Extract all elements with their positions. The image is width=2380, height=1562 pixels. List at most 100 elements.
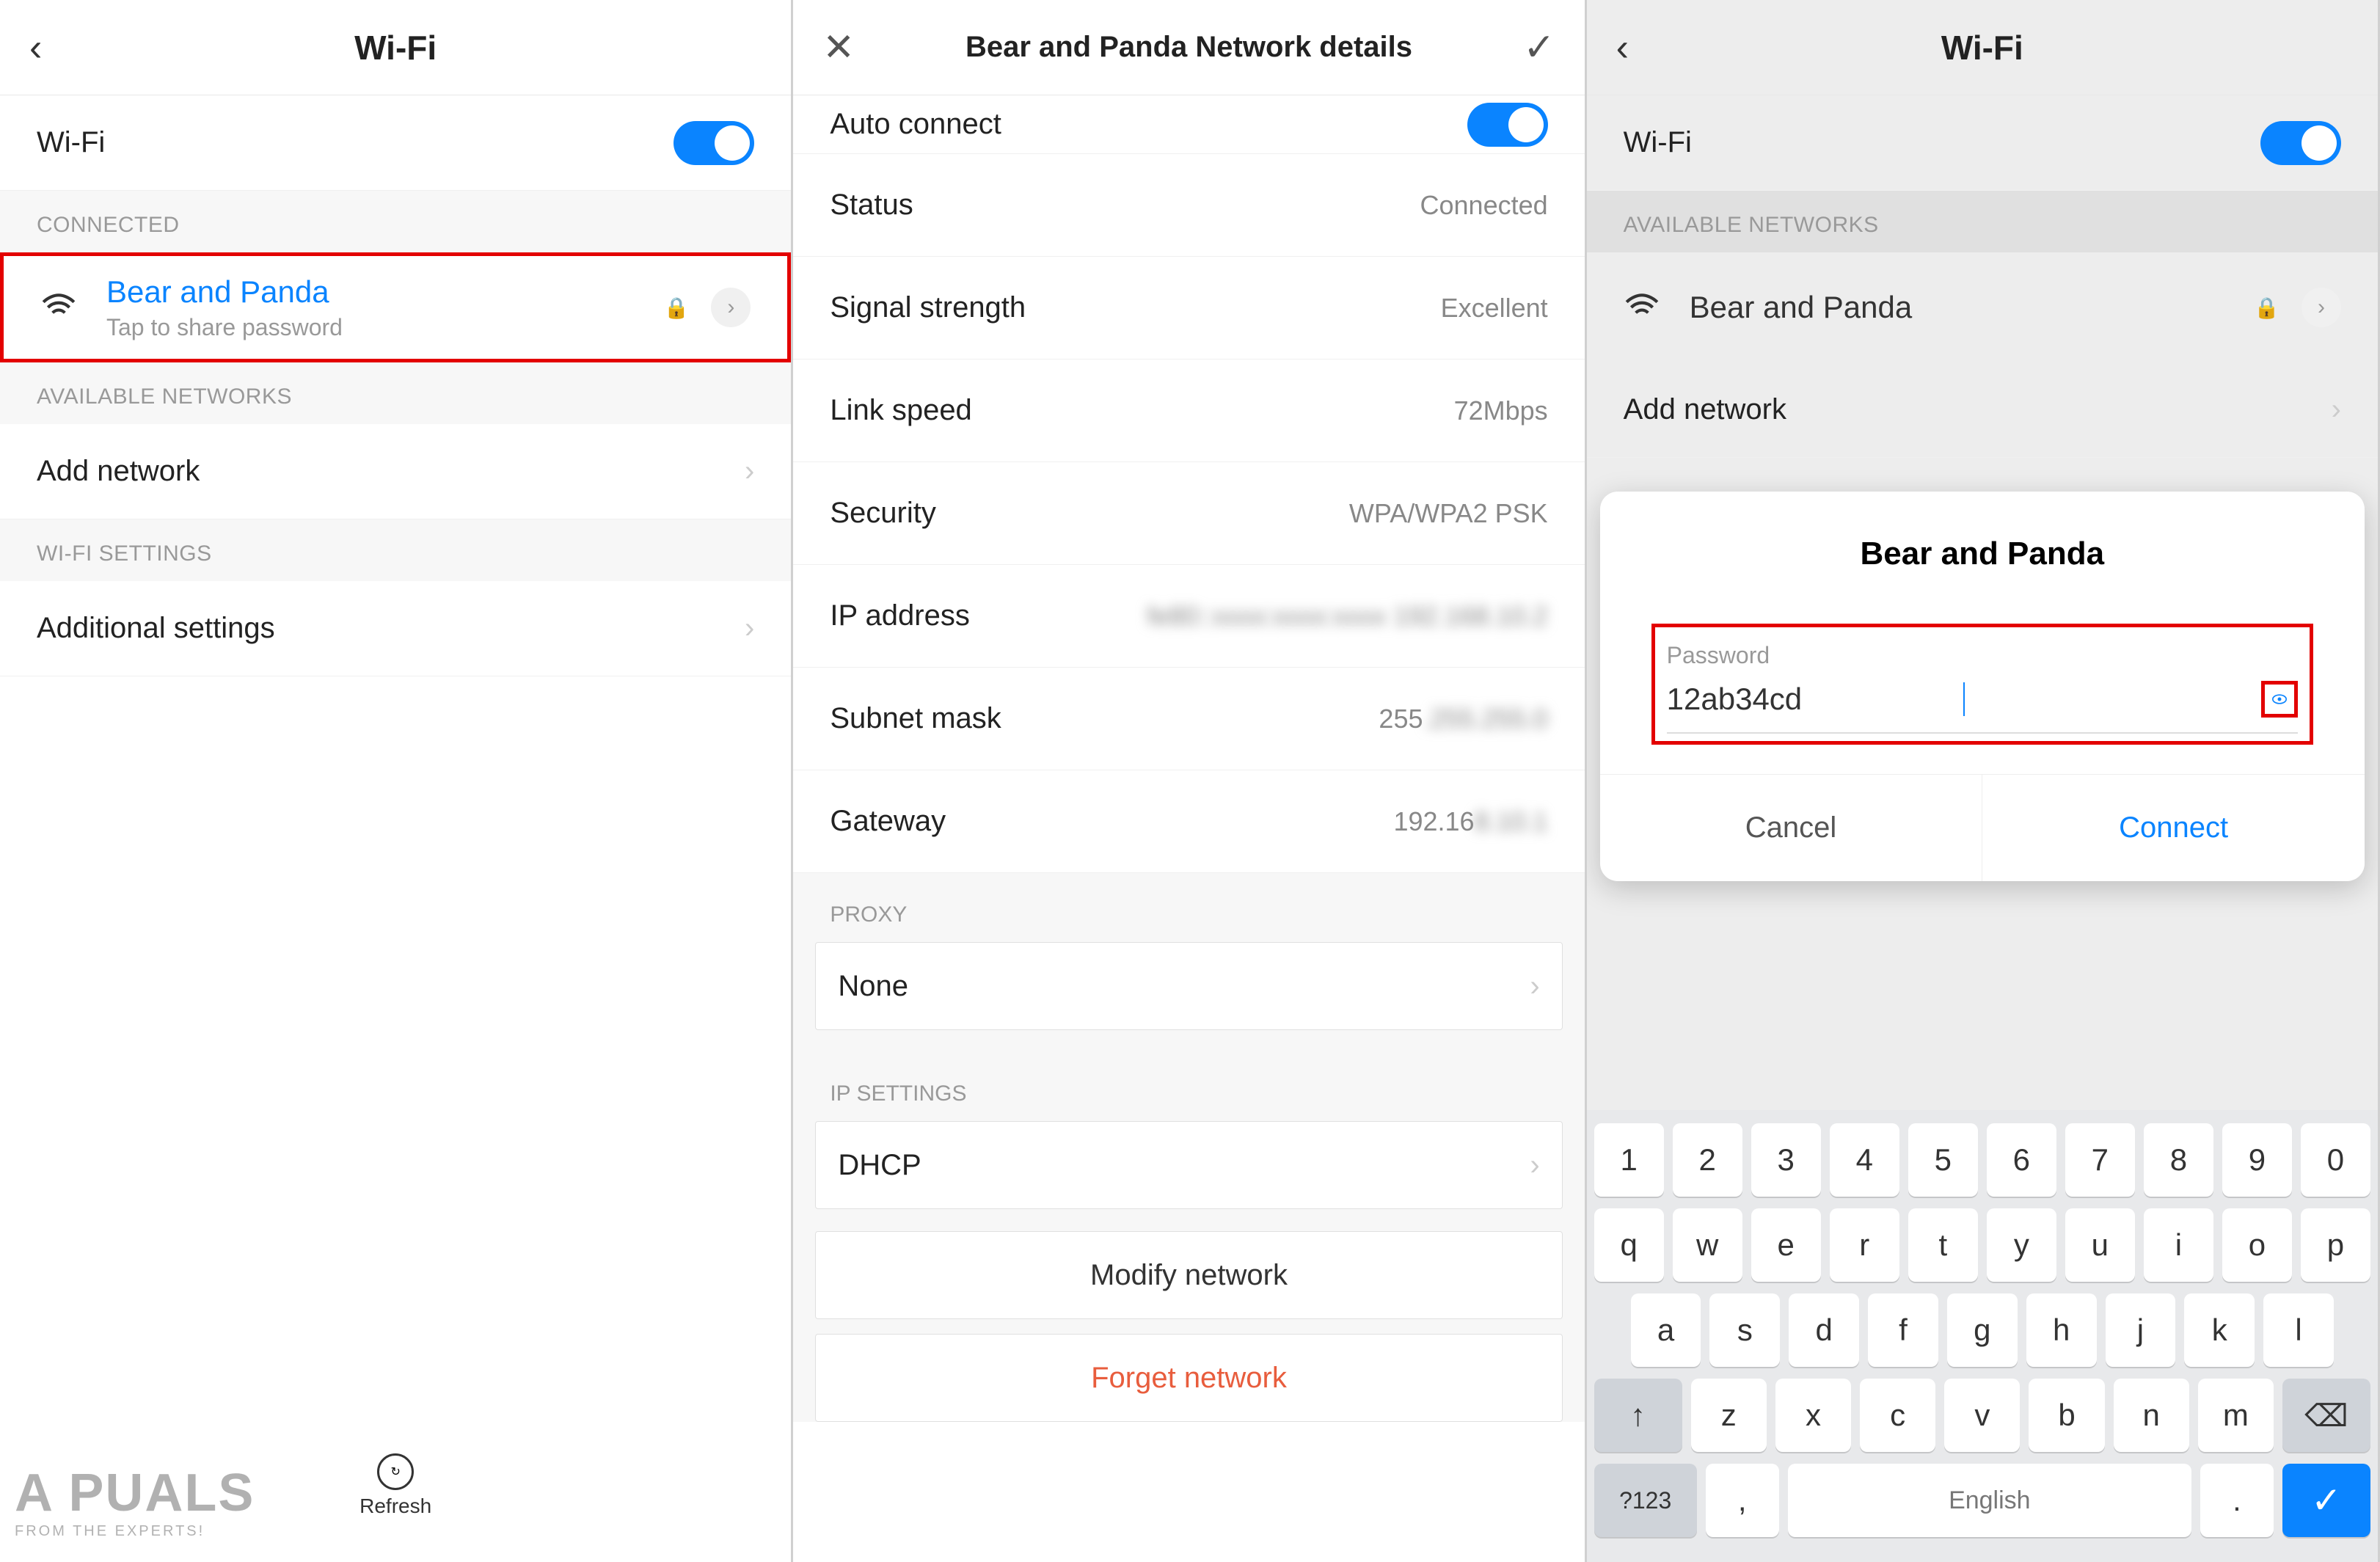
key-d[interactable]: d [1789,1293,1859,1367]
link-value: 72Mbps [1454,395,1548,426]
key-o[interactable]: o [2222,1208,2292,1282]
key-z[interactable]: z [1691,1379,1767,1452]
security-row: Security WPA/WPA2 PSK [793,462,1584,565]
ip-settings-select[interactable]: DHCP › [815,1121,1562,1209]
symbols-key[interactable]: ?123 [1594,1464,1697,1537]
cancel-button[interactable]: Cancel [1600,775,1983,881]
wifi-toggle-row: Wi-Fi [1587,95,2378,191]
on-screen-keyboard[interactable]: 1234567890 qwertyuiop asdfghjkl ↑ zxcvbn… [1587,1110,2378,1562]
key-h[interactable]: h [2026,1293,2097,1367]
close-icon[interactable]: ✕ [822,26,855,70]
connected-network-item[interactable]: Bear and Panda Tap to share password 🔒 › [0,252,791,362]
signal-value: Excellent [1441,293,1548,324]
space-key[interactable]: English [1788,1464,2191,1537]
network-info: Bear and Panda Tap to share password [106,274,663,341]
period-key[interactable]: . [2200,1464,2274,1537]
auto-connect-toggle[interactable] [1467,103,1548,147]
forget-label: Forget network [1091,1362,1287,1395]
wifi-connect-dialog-screen: ‹ Wi-Fi Wi-Fi AVAILABLE NETWORKS Bear an… [1587,0,2380,1562]
key-y[interactable]: y [1987,1208,2056,1282]
key-m[interactable]: m [2198,1379,2274,1452]
proxy-select[interactable]: None › [815,942,1562,1030]
refresh-icon: ↻ [377,1453,414,1490]
ip-value: fe80::xxxx:xxxx:xxxx 192.168.10.2 [1147,601,1547,632]
key-7[interactable]: 7 [2065,1123,2135,1197]
key-8[interactable]: 8 [2144,1123,2213,1197]
key-t[interactable]: t [1908,1208,1978,1282]
chevron-right-icon: › [1530,970,1539,1003]
wifi-toggle[interactable] [674,121,754,165]
key-a[interactable]: a [1631,1293,1701,1367]
key-p[interactable]: p [2301,1208,2370,1282]
key-b[interactable]: b [2029,1379,2104,1452]
add-network-row: Add network › [1587,362,2378,458]
key-k[interactable]: k [2184,1293,2255,1367]
chevron-right-icon: › [745,455,754,488]
details-button[interactable]: › [711,288,751,327]
wifi-icon [1624,289,1660,326]
lock-icon: 🔒 [663,296,689,320]
gateway-label: Gateway [830,805,946,838]
refresh-label: Refresh [359,1495,431,1518]
add-network-label: Add network [37,455,200,488]
key-u[interactable]: u [2065,1208,2135,1282]
add-network-row[interactable]: Add network › [0,424,791,519]
password-input[interactable]: 12ab34cd [1667,682,1963,717]
wifi-toggle-row[interactable]: Wi-Fi [0,95,791,191]
subnet-value: 255.255.255.0 [1379,704,1547,734]
header: ‹ Wi-Fi [0,0,791,95]
keyboard-row-q: qwertyuiop [1594,1208,2370,1282]
auto-connect-row[interactable]: Auto connect [793,95,1584,154]
gateway-row: Gateway 192.168.10.1 [793,770,1584,873]
key-r[interactable]: r [1830,1208,1899,1282]
wifi-label: Wi-Fi [1624,126,1692,159]
confirm-icon[interactable]: ✓ [1523,26,1555,70]
key-w[interactable]: w [1673,1208,1742,1282]
key-v[interactable]: v [1944,1379,2020,1452]
key-l[interactable]: l [2263,1293,2334,1367]
wifi-settings-section-header: WI-FI SETTINGS [0,519,791,581]
key-s[interactable]: s [1709,1293,1780,1367]
additional-settings-row[interactable]: Additional settings › [0,581,791,676]
key-f[interactable]: f [1868,1293,1938,1367]
key-e[interactable]: e [1751,1208,1821,1282]
key-0[interactable]: 0 [2301,1123,2370,1197]
key-3[interactable]: 3 [1751,1123,1821,1197]
back-icon[interactable]: ‹ [29,26,42,70]
key-i[interactable]: i [2144,1208,2213,1282]
key-g[interactable]: g [1947,1293,2018,1367]
refresh-button[interactable]: ↻ Refresh [359,1453,431,1518]
enter-key[interactable]: ✓ [2282,1464,2370,1537]
key-c[interactable]: c [1860,1379,1935,1452]
forget-network-button[interactable]: Forget network [815,1334,1562,1422]
chevron-right-icon: › [1530,1149,1539,1182]
key-n[interactable]: n [2114,1379,2189,1452]
key-4[interactable]: 4 [1830,1123,1899,1197]
comma-key[interactable]: , [1706,1464,1779,1537]
security-value: WPA/WPA2 PSK [1349,498,1548,529]
key-2[interactable]: 2 [1673,1123,1742,1197]
modify-label: Modify network [1090,1259,1288,1292]
connect-button[interactable]: Connect [1982,775,2365,881]
chevron-right-icon: › [2332,393,2341,426]
signal-label: Signal strength [830,291,1026,324]
key-9[interactable]: 9 [2222,1123,2292,1197]
additional-settings-label: Additional settings [37,612,275,645]
ip-label: IP address [830,599,970,632]
key-1[interactable]: 1 [1594,1123,1664,1197]
key-q[interactable]: q [1594,1208,1664,1282]
password-field[interactable]: 12ab34cd [1667,681,2298,734]
wifi-label: Wi-Fi [37,126,105,159]
modify-network-button[interactable]: Modify network [815,1231,1562,1319]
show-password-button[interactable] [2261,681,2298,718]
backspace-key[interactable]: ⌫ [2282,1379,2370,1452]
key-5[interactable]: 5 [1908,1123,1978,1197]
key-6[interactable]: 6 [1987,1123,2056,1197]
key-j[interactable]: j [2106,1293,2176,1367]
eye-icon [2272,689,2287,709]
wifi-toggle [2260,121,2341,165]
proxy-section-header: PROXY [793,873,1584,942]
key-x[interactable]: x [1775,1379,1851,1452]
shift-key[interactable]: ↑ [1594,1379,1682,1452]
subnet-row: Subnet mask 255.255.255.0 [793,668,1584,770]
